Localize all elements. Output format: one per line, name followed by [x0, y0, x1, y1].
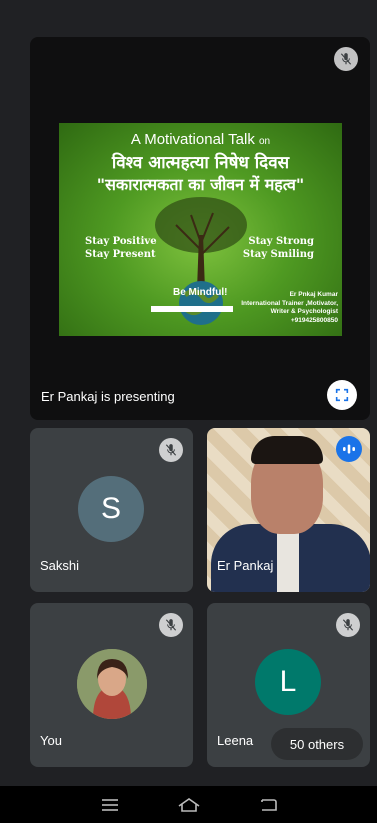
slide-hindi-line-1: विश्व आत्महत्या निषेध दिवस: [111, 153, 290, 173]
person-hair: [251, 436, 323, 464]
audio-level-icon: [336, 436, 362, 462]
participant-tile-sakshi[interactable]: S Sakshi: [30, 428, 193, 592]
avatar: [77, 649, 147, 719]
slide-right-text: Stay Strong Stay Smiling: [242, 236, 314, 260]
presentation-tile[interactable]: A Motivational Talk on विश्व आत्महत्या न…: [30, 37, 370, 420]
participant-name: You: [40, 733, 62, 748]
back-icon: [260, 798, 277, 811]
system-nav-bar: [0, 786, 377, 823]
avatar: S: [78, 476, 144, 542]
person-shirt: [277, 524, 299, 592]
slide-hindi-line-2: "सकारात्मकता का जीवन में महत्व": [96, 175, 305, 194]
back-button[interactable]: [254, 794, 282, 816]
slide-credit: Er Pnkaj Kumar International Trainer ,Mo…: [241, 291, 338, 324]
fullscreen-button[interactable]: [327, 380, 357, 410]
avatar: L: [255, 649, 321, 715]
home-button[interactable]: [175, 794, 203, 816]
slide-caption-strip: [151, 306, 233, 312]
participant-tile-you[interactable]: You: [30, 603, 193, 767]
recent-apps-button[interactable]: [96, 794, 124, 816]
mic-off-icon: [336, 613, 360, 637]
slide-mindful: Be Mindful!: [173, 287, 228, 298]
fullscreen-icon: [335, 388, 349, 402]
home-icon: [178, 797, 199, 812]
mic-off-icon: [159, 613, 183, 637]
mic-off-icon: [159, 438, 183, 462]
participant-tile-er-pankaj[interactable]: Er Pankaj: [207, 428, 370, 592]
participant-name: Leena: [217, 733, 254, 748]
slide-title: A Motivational Talk on: [130, 131, 271, 148]
participant-name: Sakshi: [40, 558, 80, 573]
recent-apps-icon: [101, 798, 118, 811]
mic-off-icon: [334, 47, 358, 71]
shared-slide: A Motivational Talk on विश्व आत्महत्या न…: [59, 123, 342, 336]
participant-name: Er Pankaj: [217, 558, 274, 573]
presenting-label: Er Pankaj is presenting: [41, 389, 175, 404]
others-button[interactable]: 50 others: [271, 728, 363, 760]
slide-left-text: Stay Positive Stay Present: [85, 236, 157, 260]
